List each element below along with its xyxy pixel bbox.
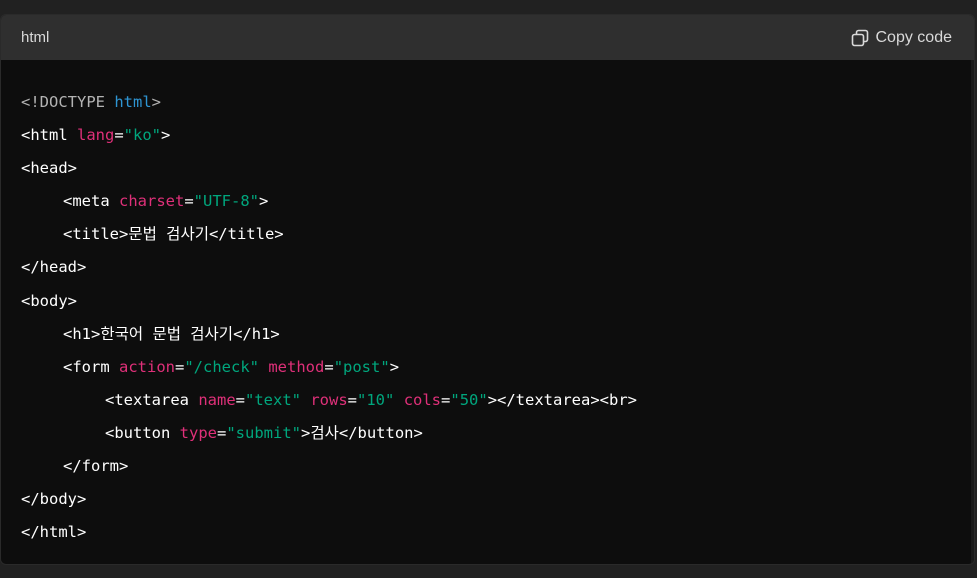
code-line: <textarea name="text" rows="10" cols="50… (21, 384, 974, 417)
code-token: = (216, 423, 227, 442)
code-token: "submit" (226, 423, 301, 442)
code-token: <h1> (63, 324, 101, 343)
code-line: </body> (21, 483, 974, 516)
scrollbar[interactable] (971, 60, 974, 564)
code-token: "text" (245, 390, 301, 409)
code-token: "post" (333, 357, 390, 376)
code-token: > (259, 192, 269, 211)
code-token: cols (403, 390, 442, 409)
code-token: = (324, 357, 334, 376)
code-line: </head> (21, 251, 974, 284)
code-token: "10" (357, 390, 395, 409)
code-token: html (114, 93, 152, 111)
code-token: <textarea (105, 390, 199, 409)
code-token: </form> (63, 457, 129, 476)
code-line: <html lang="ko"> (21, 119, 974, 152)
code-block: html Copy code <!DOCTYPE html> <html lan… (0, 14, 975, 565)
code-token: 검사 (310, 423, 339, 442)
language-label: html (21, 29, 50, 46)
code-line: <head> (21, 152, 974, 185)
code-token: <!DOCTYPE (21, 93, 115, 111)
code-token: <html (21, 126, 77, 145)
code-token: > (300, 423, 311, 442)
code-token: = (184, 192, 194, 211)
code-token: </body> (21, 490, 87, 509)
code-token: charset (119, 192, 185, 211)
code-token: rows (310, 390, 348, 409)
code-line: </form> (21, 450, 974, 483)
code-line: <h1>한국어 문법 검사기</h1> (21, 318, 974, 351)
code-token: <body> (21, 291, 77, 310)
code-token: action (119, 357, 175, 376)
code-token: > (161, 126, 171, 145)
code-token: 한국어 문법 검사기 (100, 324, 234, 343)
code-token: > (151, 93, 161, 111)
copy-code-label: Copy code (875, 28, 953, 46)
code-line: <title>문법 검사기</title> (21, 218, 974, 251)
code-content: <!DOCTYPE html> <html lang="ko"> <head> … (1, 60, 974, 549)
code-token: </button> (338, 423, 423, 442)
code-token: <title> (63, 225, 129, 244)
code-token: lang (77, 126, 115, 145)
code-token: = (114, 126, 124, 145)
code-token: <form (63, 357, 119, 376)
code-token: = (441, 390, 451, 409)
code-line: </html> (21, 516, 974, 549)
code-token: = (175, 357, 185, 376)
code-token: "50" (450, 390, 488, 409)
code-token: <head> (21, 159, 77, 178)
code-token: </html> (21, 523, 87, 542)
code-token: > (389, 357, 400, 376)
code-token: method (268, 357, 325, 376)
code-token: name (198, 390, 236, 409)
code-line: <button type="submit">검사</button> (21, 417, 974, 450)
code-token: = (235, 390, 245, 409)
code-token: </h1> (233, 324, 280, 343)
code-token: type (179, 423, 217, 442)
code-token: = (347, 390, 358, 409)
code-token: "UTF-8" (193, 192, 259, 211)
code-block-header: html Copy code (1, 15, 974, 60)
code-token: "/check" (184, 357, 259, 376)
code-token: <meta (63, 192, 119, 211)
copy-code-button[interactable]: Copy code (851, 28, 953, 47)
copy-icon (851, 29, 869, 47)
code-line: <body> (21, 285, 974, 318)
code-token: 문법 검사기 (128, 225, 209, 244)
code-line: <!DOCTYPE html> (21, 86, 974, 119)
code-token: <button (105, 423, 180, 442)
code-token: </head> (21, 258, 87, 277)
code-token: </title> (208, 225, 284, 244)
code-token: "ko" (123, 126, 161, 145)
code-token: ></textarea><br> (487, 390, 637, 409)
code-line: <meta charset="UTF-8"> (21, 185, 974, 218)
code-line: <form action="/check" method="post"> (21, 351, 974, 384)
